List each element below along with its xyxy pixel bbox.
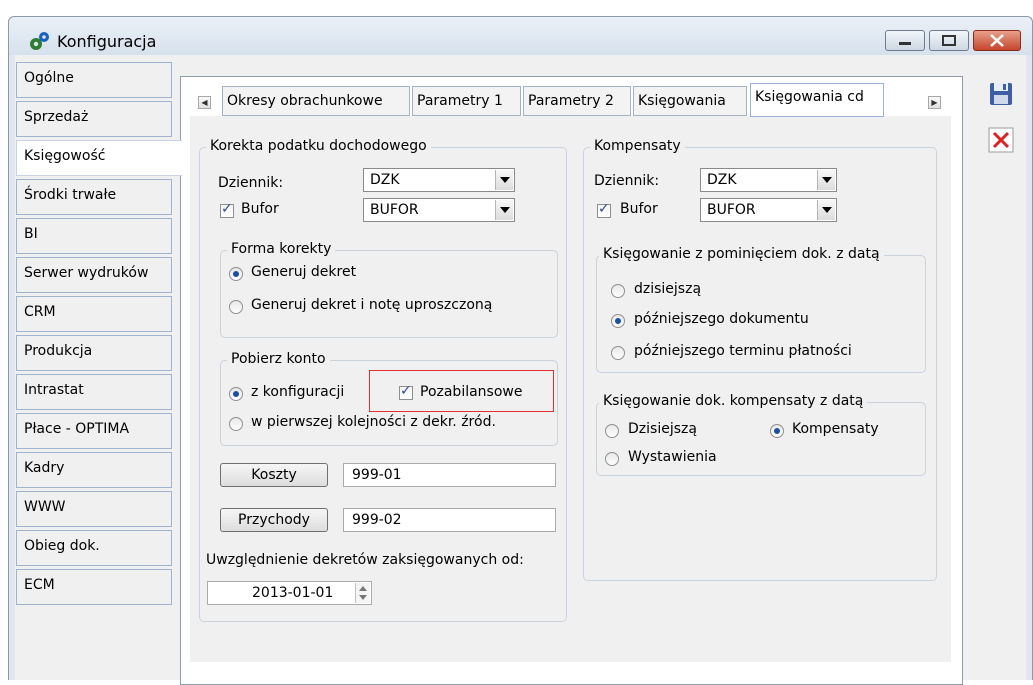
dokdata-kompensaty-radio[interactable] (770, 424, 784, 438)
pobierz-pierwszej-kolejnosci-label: w pierwszej kolejności z dekr. źród. (251, 414, 496, 430)
korekta-dziennik-label: Dziennik: (218, 175, 284, 191)
kompensaty-dziennik-select[interactable]: DZK (700, 168, 837, 192)
korekta-bufor-label: Bufor (241, 201, 279, 217)
floppy-disk-icon (990, 83, 1012, 105)
koszty-account-field[interactable]: 999-01 (343, 463, 556, 487)
close-icon (990, 34, 1004, 47)
pobierz-pierwszej-kolejnosci-radio[interactable] (229, 417, 243, 431)
pozabilansowe-checkbox[interactable] (399, 383, 413, 400)
sidebar-item-crm[interactable]: CRM (16, 296, 172, 332)
sidebar-item-bi[interactable]: BI (16, 218, 172, 254)
red-x-icon (988, 127, 1014, 153)
korekta-bufor-select[interactable]: BUFOR (363, 198, 515, 222)
kompensaty-dziennik-value: DZK (707, 172, 737, 188)
pobierz-z-konfiguracji-radio[interactable] (229, 387, 243, 401)
tab-parametry-2[interactable]: Parametry 2 (523, 86, 631, 116)
sidebar-item-ecm[interactable]: ECM (16, 569, 172, 605)
korekta-group-title: Korekta podatku dochodowego (206, 138, 431, 154)
pominieciem-title: Księgowanie z pominięciem dok. z datą (599, 246, 884, 262)
kompensaty-dziennik-label: Dziennik: (594, 173, 660, 189)
close-window-button[interactable] (973, 30, 1021, 51)
tab-okresy-obrachunkowe[interactable]: Okresy obrachunkowe (222, 86, 410, 116)
maximize-button[interactable] (929, 30, 969, 51)
maximize-icon (942, 35, 956, 46)
tab-scroll-left-button[interactable]: ◀ (198, 96, 211, 109)
sidebar-item-kadry[interactable]: Kadry (16, 452, 172, 488)
forma-generuj-dekret-note-radio[interactable] (229, 300, 243, 314)
pominieciem-terminu-platnosci-radio[interactable] (611, 346, 625, 360)
chevron-down-icon[interactable] (817, 170, 835, 190)
sidebar-item-sprzedaz[interactable]: Sprzedaż (16, 101, 172, 137)
cancel-button[interactable] (986, 126, 1016, 154)
chevron-down-icon[interactable] (495, 170, 513, 190)
sidebar-item-place-optima[interactable]: Płace - OPTIMA (16, 413, 172, 449)
korekta-bufor-value: BUFOR (370, 202, 419, 218)
pominieciem-terminu-platnosci-label: późniejszego terminu płatności (634, 343, 852, 359)
forma-generuj-dekret-note-label: Generuj dekret i notę uproszczoną (251, 297, 493, 313)
sidebar-item-serwer-wydrukow[interactable]: Serwer wydruków (16, 257, 172, 293)
pominieciem-dzisiejsza-radio[interactable] (611, 284, 625, 298)
chevron-left-icon: ◀ (201, 98, 208, 107)
pozabilansowe-label: Pozabilansowe (420, 384, 523, 400)
pobierz-z-konfiguracji-label: z konfiguracji (251, 384, 345, 400)
pominieciem-dzisiejsza-label: dzisiejszą (634, 281, 702, 297)
przychody-account-field[interactable]: 999-02 (343, 508, 556, 532)
date-from-field[interactable]: 2013-01-01 (207, 581, 372, 605)
dok-kompensaty-title: Księgowanie dok. kompensaty z datą (599, 393, 868, 409)
korekta-bufor-checkbox[interactable] (220, 201, 234, 218)
save-button[interactable] (986, 80, 1016, 108)
chevron-right-icon: ▶ (931, 98, 938, 107)
dokdata-dzisiejsza-radio[interactable] (605, 424, 619, 438)
kompensaty-bufor-value: BUFOR (707, 202, 756, 218)
sidebar-item-intrastat[interactable]: Intrastat (16, 374, 172, 410)
chevron-down-icon[interactable] (817, 200, 835, 220)
dokdata-dzisiejsza-label: Dzisiejszą (628, 421, 697, 437)
date-spinner-icon[interactable] (355, 583, 370, 603)
tab-ksiegowania-cd[interactable]: Księgowania cd (750, 83, 884, 117)
forma-korekty-title: Forma korekty (227, 241, 336, 257)
pominieciem-pozniejszego-dokumentu-label: późniejszego dokumentu (634, 311, 809, 327)
koszty-button[interactable]: Koszty (220, 463, 328, 487)
chevron-down-icon[interactable] (495, 200, 513, 220)
uwzglednienie-label: Uwzględnienie dekretów zaksięgowanych od… (206, 552, 524, 568)
minimize-button[interactable] (885, 30, 925, 51)
forma-generuj-dekret-label: Generuj dekret (251, 264, 357, 280)
sidebar-item-srodki-trwale[interactable]: Środki trwałe (16, 179, 172, 215)
korekta-dziennik-value: DZK (370, 172, 400, 188)
tab-parametry-1[interactable]: Parametry 1 (412, 86, 521, 116)
sidebar-item-ogolne[interactable]: Ogólne (16, 62, 172, 98)
dokdata-wystawienia-label: Wystawienia (628, 449, 717, 465)
forma-generuj-dekret-radio[interactable] (229, 267, 243, 281)
gears-icon (30, 32, 49, 50)
kompensaty-bufor-checkbox[interactable] (597, 201, 611, 218)
sidebar-item-produkcja[interactable]: Produkcja (16, 335, 172, 371)
tab-ksiegowania[interactable]: Księgowania (633, 86, 747, 116)
dokdata-kompensaty-label: Kompensaty (792, 421, 879, 437)
sidebar-item-ksiegowosc[interactable]: Księgowość (16, 140, 182, 176)
pobierz-konto-title: Pobierz konto (227, 351, 330, 367)
kompensaty-group-title: Kompensaty (590, 138, 685, 154)
sidebar-item-www[interactable]: WWW (16, 491, 172, 527)
sidebar-item-obieg-dok[interactable]: Obieg dok. (16, 530, 172, 566)
window-title: Konfiguracja (57, 32, 157, 51)
kompensaty-bufor-label: Bufor (620, 201, 658, 217)
korekta-dziennik-select[interactable]: DZK (363, 168, 515, 192)
przychody-button[interactable]: Przychody (220, 508, 328, 532)
title-bar[interactable]: Konfiguracja (9, 17, 1032, 55)
kompensaty-bufor-select[interactable]: BUFOR (700, 198, 837, 222)
date-from-value: 2013-01-01 (252, 585, 334, 601)
minimize-icon (899, 42, 911, 45)
dokdata-wystawienia-radio[interactable] (605, 452, 619, 466)
tab-scroll-right-button[interactable]: ▶ (928, 96, 941, 109)
pominieciem-pozniejszego-dokumentu-radio[interactable] (611, 314, 625, 328)
